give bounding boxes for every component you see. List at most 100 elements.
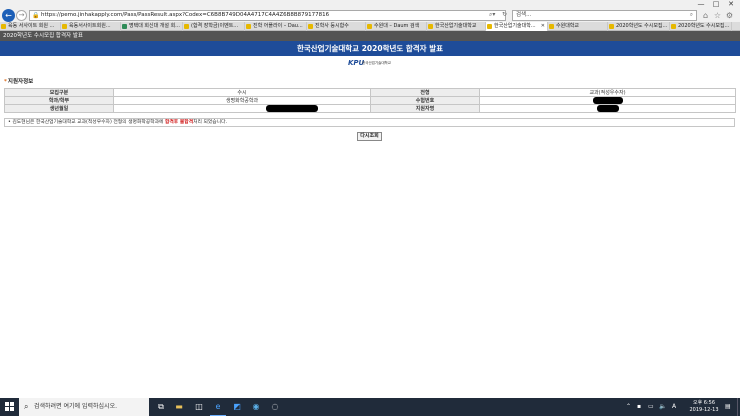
browser-tab-active[interactable]: 한국산업기술대학... ✕: [486, 22, 548, 31]
taskbar-search-placeholder: 검색하려면 여기에 입력하십시오.: [34, 403, 118, 410]
browser-tab[interactable]: 진학 어플라이 – Dau...: [245, 22, 307, 31]
app-icon[interactable]: ◌: [269, 401, 281, 413]
browser-tab[interactable]: 진학사 등시합수: [307, 22, 366, 31]
maximize-button[interactable]: □: [709, 0, 723, 9]
result-notice: • 김도현님은 한국산업기술대학교 교과(적성우수자) 전형의 생명화학공학과에…: [4, 118, 735, 127]
address-row: ← → 🔒 https://pemo.jinhakapply.com/Pass/…: [0, 9, 740, 22]
forward-button[interactable]: →: [16, 10, 27, 21]
university-logo: KPU 한국산업기술대학교: [348, 59, 394, 68]
table-row: 학과/학부 생명화학공학과 수험번호: [4, 96, 736, 105]
browser-tab[interactable]: 2020학년도 수시모집...: [670, 22, 732, 31]
label-exam-number: 수험번호: [370, 96, 480, 105]
tab-favicon-icon: [487, 24, 492, 29]
browser-tab[interactable]: 육동서사이트회원...: [61, 22, 121, 31]
tab-strip: 육동 서사이트 회원 ... 육동서사이트회원... 명택대 회신대 개설 회.…: [0, 22, 740, 31]
search-dropdown-icon[interactable]: ⌕▾: [489, 10, 495, 19]
taskbar-search-box[interactable]: ⌕ 검색하려면 여기에 입력하십시오.: [19, 398, 149, 416]
value-admission-type: 교과(적성우수자): [479, 88, 736, 97]
address-bar[interactable]: 🔒 https://pemo.jinhakapply.com/Pass/Pass…: [29, 10, 506, 21]
input-language-indicator[interactable]: A: [672, 401, 676, 413]
tab-favicon-icon: [367, 24, 372, 29]
tab-favicon-icon: [609, 24, 614, 29]
favorites-star-icon[interactable]: ☆: [712, 9, 723, 22]
tab-close-icon[interactable]: ✕: [541, 22, 545, 31]
back-button[interactable]: ←: [2, 9, 15, 22]
browser-title-bar: — □ ✕: [0, 0, 740, 9]
tab-favicon-icon: [428, 24, 433, 29]
clock-time: 오후 6:56: [692, 400, 716, 406]
page-top-bar-title: 2020학년도 수시모집 합격자 발표: [3, 33, 83, 39]
notice-prefix: • 김도현님은 한국산업기술대학교 교과(적성우수자) 전형의 생명화학공학과에: [8, 120, 165, 125]
browser-tab[interactable]: 수원대 – Daum 검색: [366, 22, 427, 31]
table-row: 생년월일 지원자명: [4, 104, 736, 113]
value-birth-date: [113, 104, 371, 113]
page-banner: 한국산업기술대학교 2020학년도 합격자 발표: [0, 41, 740, 56]
store-icon[interactable]: ◫: [193, 401, 205, 413]
label-applicant-name: 지원자명: [370, 104, 480, 113]
label-major: 학과/학부: [4, 96, 114, 105]
task-view-icon[interactable]: ⧉: [155, 401, 167, 413]
clock-date: 2019-12-13: [689, 407, 719, 413]
volume-icon[interactable]: 🔈: [659, 401, 666, 413]
tab-favicon-icon: [549, 24, 554, 29]
section-title-text: 지원자정보: [7, 79, 34, 85]
system-clock[interactable]: 오후 6:56 2019-12-13: [686, 400, 722, 414]
tab-favicon-icon: [246, 24, 251, 29]
bullet-star-icon: *: [4, 79, 7, 85]
browser-tab[interactable]: 수원대학교: [548, 22, 608, 31]
notification-icon[interactable]: ▤: [725, 401, 731, 413]
redaction-mark: [596, 105, 619, 112]
tab-favicon-icon: [62, 24, 67, 29]
label-admission-type: 전형: [370, 88, 480, 97]
url-text: https://pemo.jinhakapply.com/Pass/PassRe…: [41, 12, 330, 18]
label-birth-date: 생년월일: [4, 104, 114, 113]
home-icon[interactable]: ⌂: [700, 9, 711, 22]
steam-icon[interactable]: ◉: [250, 401, 262, 413]
tab-favicon-icon: [1, 24, 6, 29]
tab-favicon-icon: [308, 24, 313, 29]
network-icon[interactable]: ▭: [648, 401, 654, 413]
browser-tab[interactable]: 2020학년도 수시모집...: [608, 22, 670, 31]
notice-highlight: 합격후 불합격: [164, 120, 194, 125]
browser-search-placeholder: 검색...: [516, 12, 532, 18]
table-row: 모집구분 수시 전형 교과(적성우수자): [4, 88, 736, 97]
value-exam-number: [479, 96, 736, 105]
browser-tab[interactable]: 한국산업기술대학교: [427, 22, 486, 31]
close-window-button[interactable]: ✕: [724, 0, 738, 9]
redaction-mark: [266, 105, 318, 112]
refresh-icon[interactable]: ↻: [502, 10, 507, 19]
page-top-bar: 2020학년도 수시모집 합격자 발표: [0, 31, 740, 41]
value-recruit-type: 수시: [113, 88, 371, 97]
tray-app-icon[interactable]: ▪: [637, 401, 641, 413]
app-icon[interactable]: ◩: [231, 401, 243, 413]
banner-title: 한국산업기술대학교 2020학년도 합격자 발표: [296, 44, 443, 53]
search-icon: ⌕: [24, 402, 29, 411]
internet-explorer-icon[interactable]: e: [210, 401, 226, 416]
tab-favicon-icon: [122, 24, 127, 29]
settings-gear-icon[interactable]: ⚙: [724, 9, 735, 22]
minimize-button[interactable]: —: [694, 0, 708, 9]
browser-tab[interactable]: (합격 장학금)이벤트...: [183, 22, 245, 31]
logo-text: 한국산업기술대학교: [362, 61, 391, 65]
windows-taskbar: ⌕ 검색하려면 여기에 입력하십시오. ⧉ ▬ ◫ e ◩ ◉ ◌ ⌃ ▪ ▭ …: [0, 398, 740, 416]
lock-icon: 🔒: [32, 12, 40, 19]
tray-expand-icon[interactable]: ⌃: [626, 401, 631, 413]
tab-favicon-icon: [184, 24, 189, 29]
applicant-info-table: 모집구분 수시 전형 교과(적성우수자) 학과/학부 생명화학공학과 수험번호 …: [4, 88, 736, 113]
forward-arrow-icon: →: [18, 11, 25, 19]
search-icon: ⌕: [689, 12, 693, 18]
browser-tab[interactable]: 육동 서사이트 회원 ...: [0, 22, 61, 31]
notice-suffix: 처리 되었습니다.: [193, 120, 228, 125]
redaction-mark: [592, 97, 623, 104]
search-again-button[interactable]: 다시조회: [357, 132, 382, 141]
label-recruit-type: 모집구분: [4, 88, 114, 97]
windows-start-icon[interactable]: [5, 402, 15, 412]
file-explorer-icon[interactable]: ▬: [173, 401, 185, 413]
browser-search-box[interactable]: 검색... ⌕: [512, 10, 697, 21]
browser-tab[interactable]: 명택대 회신대 개설 회...: [121, 22, 183, 31]
value-major: 생명화학공학과: [113, 96, 371, 105]
tab-favicon-icon: [671, 24, 676, 29]
section-title: *지원자정보: [4, 79, 33, 86]
back-arrow-icon: ←: [5, 11, 12, 20]
value-applicant-name: [479, 104, 736, 113]
